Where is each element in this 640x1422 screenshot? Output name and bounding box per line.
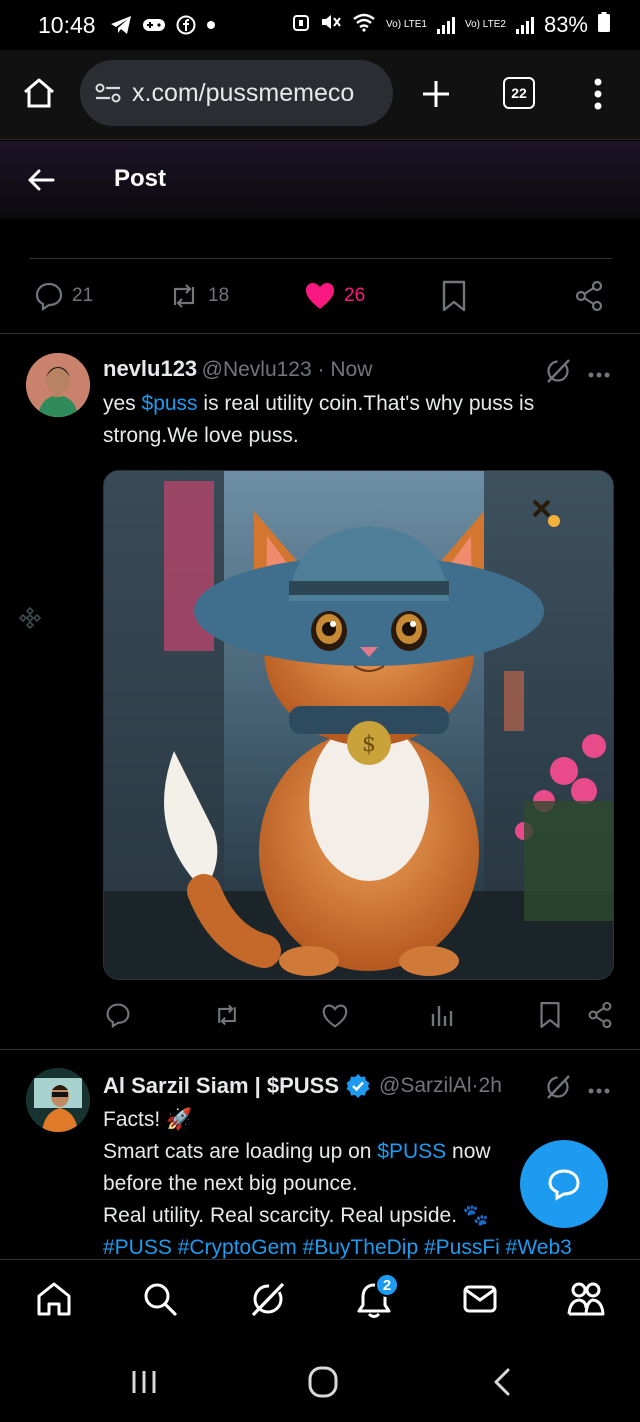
reply-meta: nevlu123 @Nevlu123 · Now bbox=[103, 356, 372, 382]
reply-meta: Al Sarzil Siam | $PUSS @SarzilAl · 2h bbox=[103, 1073, 502, 1099]
repost-icon bbox=[173, 284, 195, 308]
reply-author-name[interactable]: nevlu123 bbox=[103, 356, 197, 381]
heart-filled-icon bbox=[306, 283, 334, 309]
browser-toolbar: x.com/pussmemeco 22 bbox=[0, 50, 640, 140]
reply-line-2-prefix: Smart cats are loading up on bbox=[103, 1140, 378, 1163]
reply-icon bbox=[106, 1003, 130, 1029]
nav-messages-icon[interactable] bbox=[461, 1280, 499, 1323]
post-header: Post bbox=[0, 141, 640, 219]
reply-reply-button[interactable] bbox=[105, 1002, 131, 1033]
notification-dot-icon bbox=[206, 20, 216, 30]
bookmark-button[interactable] bbox=[441, 280, 467, 312]
nav-search-icon[interactable] bbox=[141, 1280, 179, 1323]
avatar[interactable] bbox=[26, 1068, 90, 1132]
avatar[interactable] bbox=[26, 353, 90, 417]
svg-text:$: $ bbox=[362, 732, 376, 757]
tweet-image-cat[interactable]: $ bbox=[103, 470, 614, 980]
network-label-1: Vo) LTE1 bbox=[386, 19, 427, 30]
url-bar[interactable]: x.com/pussmemeco bbox=[80, 60, 393, 126]
bookmark-icon bbox=[540, 1002, 560, 1028]
mute-icon bbox=[320, 12, 342, 38]
reply-timestamp: 2h bbox=[478, 1074, 502, 1097]
cashtag-link[interactable]: $PUSS bbox=[377, 1140, 446, 1163]
reply-like-button[interactable] bbox=[321, 1003, 349, 1034]
binance-icon bbox=[18, 606, 42, 635]
compose-reply-fab[interactable] bbox=[520, 1140, 608, 1228]
reply-text: yes $puss is real utility coin.That's wh… bbox=[103, 388, 603, 452]
reply-icon bbox=[35, 282, 63, 311]
recent-apps-icon[interactable] bbox=[130, 1367, 158, 1402]
system-navigation-bar bbox=[0, 1343, 640, 1422]
cashtag-link[interactable]: $puss bbox=[142, 392, 198, 415]
reply-bookmark-button[interactable] bbox=[539, 1001, 561, 1034]
like-count: 26 bbox=[344, 285, 366, 306]
network-label-2: Vo) LTE2 bbox=[465, 19, 506, 30]
system-back-icon[interactable] bbox=[490, 1366, 514, 1403]
grok-icon[interactable] bbox=[545, 1074, 571, 1105]
reply-bubble-icon bbox=[548, 1169, 580, 1201]
telegram-icon bbox=[110, 15, 132, 35]
alarm-icon bbox=[292, 12, 310, 38]
nav-communities-icon[interactable] bbox=[566, 1280, 606, 1323]
reply-repost-button[interactable] bbox=[213, 1002, 241, 1033]
signal-bars-2-icon bbox=[515, 16, 534, 34]
browser-menu-icon[interactable] bbox=[592, 77, 604, 116]
repost-count: 18 bbox=[208, 285, 230, 306]
bottom-navigation: 2 bbox=[0, 1259, 640, 1343]
reply-views-button[interactable] bbox=[430, 1002, 454, 1033]
hashtag-links[interactable]: #PUSS #CryptoGem #BuyTheDip #PussFi #Web… bbox=[103, 1232, 623, 1259]
share-icon bbox=[575, 280, 603, 312]
status-bar: 10:48 Vo) LTE1 Vo) LTE2 83% bbox=[0, 0, 640, 50]
main-post-actions: 21 18 26 bbox=[0, 260, 640, 334]
grok-icon[interactable] bbox=[545, 358, 571, 389]
home-icon[interactable] bbox=[22, 77, 56, 114]
notification-badge: 2 bbox=[375, 1273, 399, 1297]
new-tab-icon[interactable] bbox=[420, 78, 452, 115]
page-title: Post bbox=[114, 165, 167, 192]
divider bbox=[30, 258, 612, 259]
meta-separator: · bbox=[471, 1074, 479, 1097]
tab-switcher-button[interactable]: 22 bbox=[503, 77, 535, 109]
reply-timestamp: Now bbox=[330, 358, 373, 381]
battery-icon bbox=[598, 12, 610, 38]
share-icon bbox=[588, 1001, 612, 1029]
game-controller-icon bbox=[142, 16, 166, 34]
repost-icon bbox=[218, 1004, 236, 1026]
nav-home-icon[interactable] bbox=[35, 1280, 73, 1323]
nav-grok-icon[interactable] bbox=[249, 1280, 287, 1323]
battery-percent: 83% bbox=[543, 12, 588, 37]
more-options-icon[interactable] bbox=[587, 366, 611, 384]
reply-text-prefix: yes bbox=[103, 392, 142, 415]
site-settings-icon[interactable] bbox=[94, 81, 122, 105]
home-circle-icon[interactable] bbox=[307, 1365, 339, 1404]
url-text: x.com/pussmemeco bbox=[132, 78, 355, 107]
reply-line-1: Facts! 🚀 bbox=[103, 1108, 193, 1131]
like-button[interactable]: 26 bbox=[304, 281, 365, 311]
signal-bars-1-icon bbox=[437, 16, 455, 34]
reply-author-handle[interactable]: @SarzilAl bbox=[379, 1074, 472, 1098]
reply-share-button[interactable] bbox=[587, 1001, 613, 1034]
share-button[interactable] bbox=[574, 280, 604, 312]
meta-separator: · bbox=[311, 358, 331, 381]
wifi-icon bbox=[352, 12, 376, 38]
facebook-icon bbox=[176, 15, 196, 35]
verified-badge-icon bbox=[345, 1073, 371, 1099]
more-options-icon[interactable] bbox=[587, 1082, 611, 1100]
reply-count: 21 bbox=[72, 285, 94, 306]
bookmark-icon bbox=[442, 280, 466, 312]
heart-icon bbox=[322, 1004, 348, 1028]
reply-author-name[interactable]: Al Sarzil Siam | $PUSS bbox=[103, 1073, 339, 1099]
reply-tweet[interactable]: nevlu123 @Nevlu123 · Now yes $puss is re… bbox=[0, 334, 640, 1049]
reply-author-handle[interactable]: @Nevlu123 bbox=[202, 358, 312, 381]
analytics-icon bbox=[431, 1006, 453, 1026]
status-time: 10:48 bbox=[38, 11, 96, 38]
repost-button[interactable]: 18 bbox=[168, 281, 229, 311]
reply-button[interactable]: 21 bbox=[34, 281, 93, 311]
back-arrow-icon[interactable] bbox=[26, 165, 56, 200]
reply-line-2-suffix: now bbox=[446, 1140, 491, 1163]
